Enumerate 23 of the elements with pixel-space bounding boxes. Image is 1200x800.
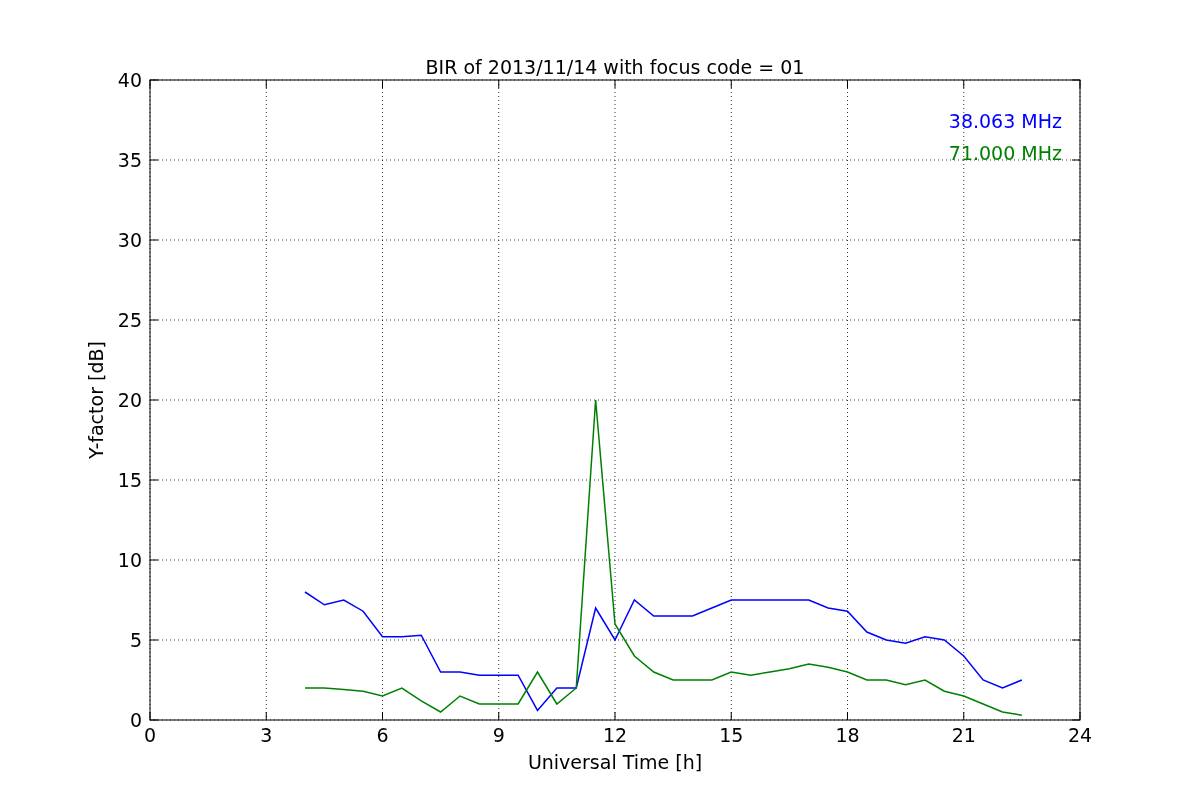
legend-label: 38.063 MHz	[948, 110, 1062, 132]
tick-label: 15	[117, 469, 142, 491]
tick-label: 9	[492, 724, 505, 746]
tick-label: 10	[117, 549, 142, 571]
tick-label: 40	[117, 69, 142, 91]
tick-label: 12	[602, 724, 628, 746]
tick-label: 30	[117, 229, 142, 251]
tick-label: 25	[117, 309, 142, 331]
x-axis-label: Universal Time [h]	[527, 751, 703, 773]
tick-label: 3	[260, 724, 273, 746]
tick-label: 21	[951, 724, 976, 746]
tick-label: 35	[117, 149, 142, 171]
tick-label: 15	[719, 724, 744, 746]
tick-label: 24	[1067, 724, 1093, 746]
tick-label: 20	[117, 389, 142, 411]
tick-label: 5	[129, 629, 142, 651]
tick-label: 0	[143, 724, 157, 746]
tick-label: 18	[835, 724, 860, 746]
y-axis-label: Y-factor [dB]	[85, 341, 107, 459]
legend-label: 71.000 MHz	[948, 142, 1062, 164]
tick-label: 0	[129, 709, 142, 731]
tick-label: 6	[376, 724, 389, 746]
chart-title: BIR of 2013/11/14 with focus code = 01	[425, 56, 805, 78]
